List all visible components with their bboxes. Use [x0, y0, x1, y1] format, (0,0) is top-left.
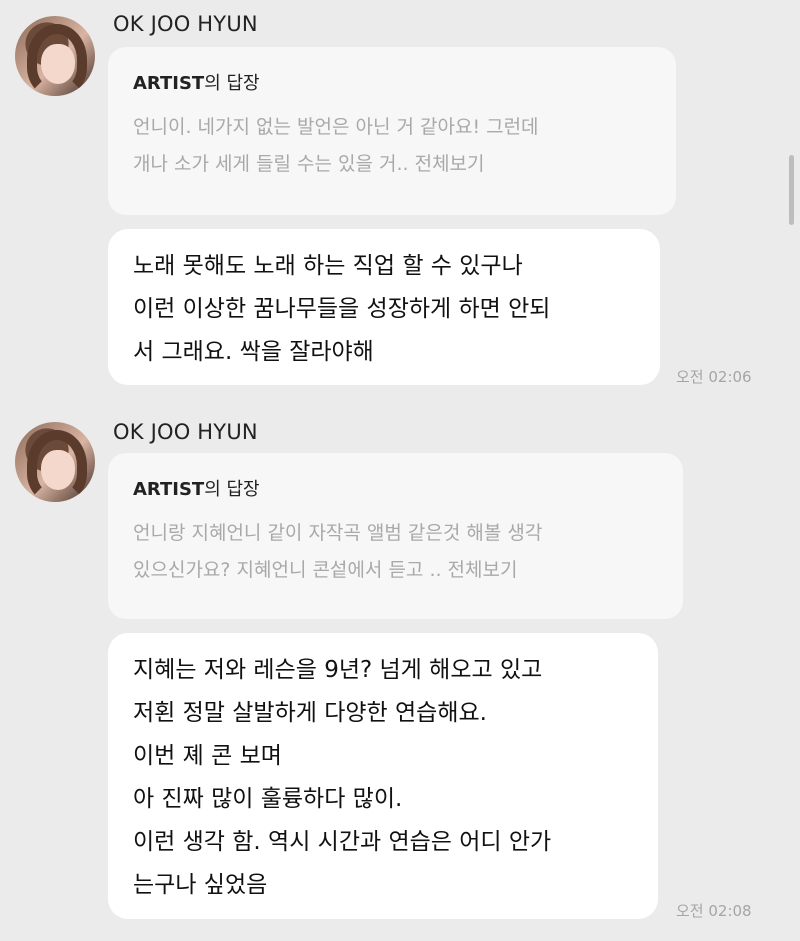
reply-suffix: 의 답장 [204, 73, 260, 94]
message-text: 지혜는 저와 레슨을 9년? 넘게 해오고 있고 저횐 정말 살발하게 다양한 … [133, 657, 552, 898]
sender-name: OK JOO HYUN [113, 12, 258, 36]
message-time: 오전 02:08 [676, 902, 752, 920]
reply-suffix: 의 답장 [204, 479, 260, 500]
avatar-face [41, 44, 75, 84]
message-text: 노래 못해도 노래 하는 직업 할 수 있구나 이런 이상한 꿈나무들을 성장하… [133, 253, 551, 365]
reply-title: ARTIST의 답장 [133, 69, 654, 95]
avatar-face [41, 450, 75, 490]
reply-preview-text: 언니랑 지혜언니 같이 자작곡 앨범 같은것 해볼 생각 있으신가요? 지혜언니… [133, 522, 543, 581]
reply-artist-label: ARTIST [133, 479, 205, 500]
scrollbar-thumb[interactable] [789, 155, 794, 225]
reply-quote-card[interactable]: ARTIST의 답장 언니이. 네가지 없는 발언은 아닌 거 같아요! 그런데… [108, 47, 676, 215]
message-time: 오전 02:06 [676, 368, 752, 386]
avatar[interactable] [15, 422, 95, 502]
reply-title: ARTIST의 답장 [133, 475, 661, 501]
reply-artist-label: ARTIST [133, 73, 205, 94]
sender-name: OK JOO HYUN [113, 420, 258, 444]
reply-preview-text: 언니이. 네가지 없는 발언은 아닌 거 같아요! 그런데 개나 소가 세게 들… [133, 116, 539, 175]
message-bubble[interactable]: 노래 못해도 노래 하는 직업 할 수 있구나 이런 이상한 꿈나무들을 성장하… [108, 229, 660, 385]
avatar[interactable] [15, 16, 95, 96]
message-bubble[interactable]: 지혜는 저와 레슨을 9년? 넘게 해오고 있고 저횐 정말 살발하게 다양한 … [108, 633, 658, 919]
reply-quote-card[interactable]: ARTIST의 답장 언니랑 지혜언니 같이 자작곡 앨범 같은것 해볼 생각 … [108, 453, 683, 619]
